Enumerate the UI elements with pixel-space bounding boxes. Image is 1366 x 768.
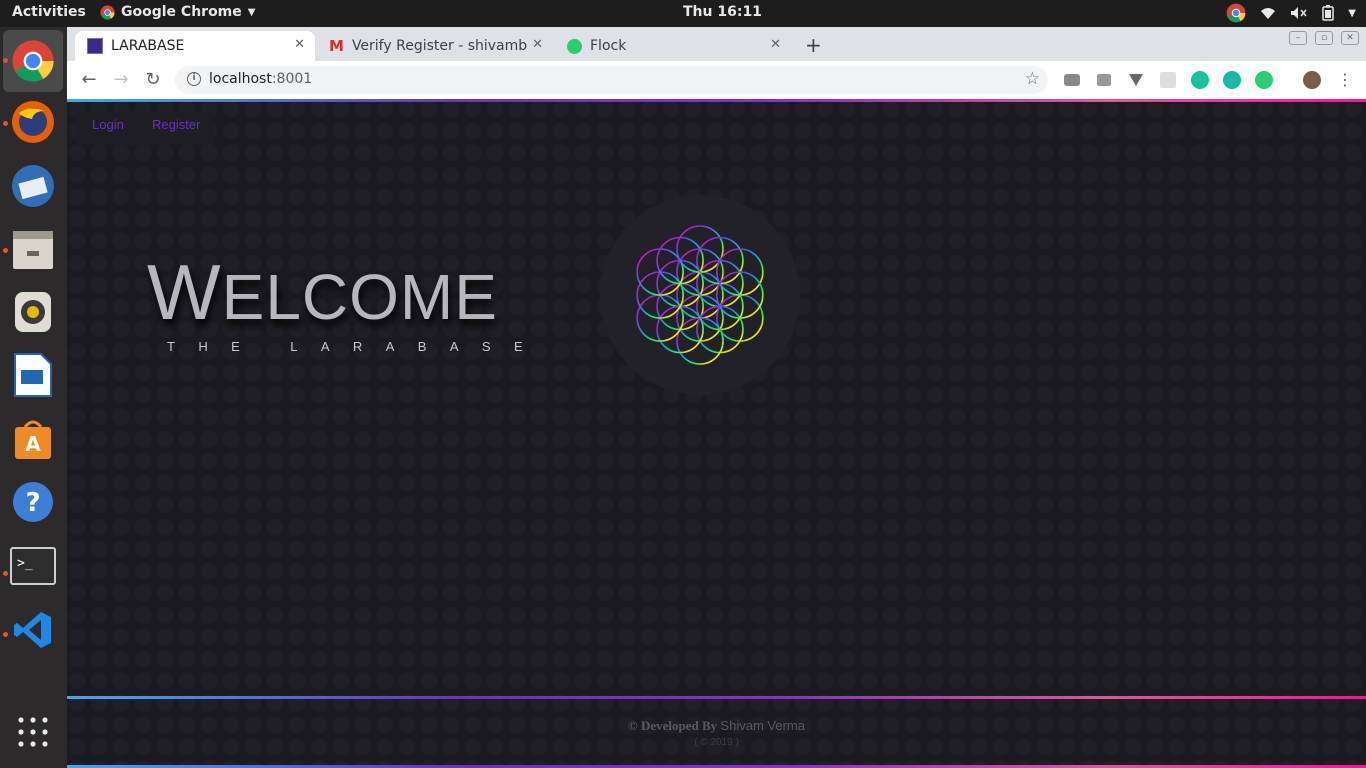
chrome-icon bbox=[100, 4, 115, 20]
footer-year: ( © 2019 ) bbox=[694, 737, 739, 748]
vuejs-devtools-icon[interactable] bbox=[1129, 74, 1143, 86]
dock-terminal[interactable]: >_ bbox=[8, 541, 58, 591]
rhythmbox-icon bbox=[15, 292, 51, 332]
footer-gradient-line bbox=[67, 696, 1366, 699]
close-window-button[interactable]: ✕ bbox=[1341, 31, 1359, 45]
reload-button[interactable]: ↻ bbox=[141, 68, 165, 92]
help-icon: ? bbox=[13, 482, 53, 522]
extension-icon[interactable] bbox=[1097, 74, 1111, 86]
svg-text:A: A bbox=[25, 432, 41, 456]
minimize-button[interactable]: – bbox=[1289, 31, 1307, 45]
running-indicator bbox=[3, 248, 8, 253]
dock-vscode[interactable] bbox=[8, 605, 58, 655]
app-menu[interactable]: Google Chrome ▼ bbox=[100, 4, 255, 20]
running-indicator bbox=[3, 58, 8, 63]
software-center-icon: A bbox=[15, 420, 51, 459]
ubuntu-dock: A ? >_ bbox=[0, 27, 67, 768]
close-icon[interactable]: ✕ bbox=[532, 37, 543, 52]
app-grid-icon bbox=[18, 717, 48, 747]
tab-flock[interactable]: Flock ✕ bbox=[555, 31, 791, 61]
dock-files[interactable] bbox=[8, 224, 58, 274]
thunderbird-icon bbox=[12, 165, 54, 207]
flock-icon bbox=[567, 38, 582, 54]
new-tab-button[interactable]: + bbox=[805, 33, 822, 57]
flock-extension-icon[interactable] bbox=[1255, 71, 1273, 89]
battery-icon[interactable] bbox=[1322, 5, 1335, 21]
tab-title: LARABASE bbox=[111, 38, 185, 54]
dock-thunderbird[interactable] bbox=[8, 161, 58, 211]
dock-help[interactable]: ? bbox=[8, 477, 58, 527]
close-icon[interactable]: ✕ bbox=[770, 37, 781, 52]
site-info-icon[interactable]: i bbox=[187, 72, 201, 86]
chrome-icon bbox=[12, 40, 54, 82]
footer-prefix: © Developed By bbox=[628, 718, 718, 733]
dock-chrome[interactable] bbox=[3, 30, 63, 92]
screenshot-extension-icon[interactable] bbox=[1064, 74, 1080, 86]
chevron-down-icon: ▼ bbox=[247, 6, 256, 18]
welcome-initial: W bbox=[147, 248, 222, 336]
files-icon bbox=[13, 231, 53, 269]
clock[interactable]: Thu 16:11 bbox=[683, 4, 762, 20]
grammarly-icon[interactable] bbox=[1191, 71, 1209, 89]
subtitle: THE LARABASE bbox=[167, 339, 547, 354]
tab-gmail[interactable]: M Verify Register - shivambo ✕ bbox=[317, 31, 553, 61]
close-icon[interactable]: ✕ bbox=[294, 37, 305, 52]
gmail-icon: M bbox=[329, 37, 344, 55]
svg-text:>_: >_ bbox=[17, 556, 33, 571]
larabase-favicon-icon bbox=[87, 38, 103, 54]
web-page: Login Register WELCOME THE LARABASE © De… bbox=[67, 99, 1366, 768]
footer-credit: © Developed By Shivam Verma bbox=[67, 718, 1366, 734]
chrome-menu-icon[interactable]: ⋮ bbox=[1333, 68, 1357, 92]
extension-icon[interactable] bbox=[1160, 72, 1176, 88]
system-tray[interactable]: ▼ bbox=[1226, 3, 1356, 23]
register-link[interactable]: Register bbox=[152, 117, 200, 132]
flower-of-life-logo bbox=[636, 225, 764, 365]
dock-firefox[interactable] bbox=[8, 97, 58, 147]
activities-button[interactable]: Activities bbox=[12, 4, 86, 20]
app-name: Google Chrome bbox=[121, 4, 242, 20]
extension-m-icon[interactable] bbox=[1223, 71, 1241, 89]
tab-title: Verify Register - shivambo bbox=[351, 38, 527, 54]
volume-icon[interactable] bbox=[1290, 6, 1308, 20]
show-applications-button[interactable] bbox=[8, 707, 58, 757]
running-indicator bbox=[3, 632, 8, 637]
running-indicator bbox=[3, 571, 8, 576]
tab-larabase[interactable]: LARABASE ✕ bbox=[75, 31, 315, 61]
welcome-heading: WELCOME bbox=[147, 247, 498, 338]
svg-text:?: ? bbox=[25, 488, 40, 518]
chrome-window: LARABASE ✕ M Verify Register - shivambo … bbox=[67, 27, 1366, 768]
profile-avatar[interactable] bbox=[1303, 71, 1321, 89]
url-text: localhost:8001 bbox=[209, 71, 313, 87]
back-button[interactable]: ← bbox=[77, 68, 101, 92]
bookmark-star-icon[interactable]: ☆ bbox=[1025, 69, 1040, 89]
dock-software-center[interactable]: A bbox=[8, 414, 58, 464]
top-nav: Login Register bbox=[77, 111, 214, 145]
browser-toolbar: ← → ↻ i localhost:8001 ☆ ⋮ bbox=[67, 61, 1366, 99]
running-indicator bbox=[3, 121, 8, 126]
address-bar[interactable]: i localhost:8001 ☆ bbox=[175, 66, 1048, 94]
logo-backdrop bbox=[600, 195, 800, 395]
welcome-rest: ELCOME bbox=[221, 261, 498, 333]
tab-title: Flock bbox=[590, 38, 627, 54]
tab-strip: LARABASE ✕ M Verify Register - shivambo … bbox=[67, 27, 1366, 61]
chrome-tray-icon[interactable] bbox=[1226, 3, 1246, 23]
writer-icon bbox=[14, 353, 52, 397]
footer-author: Shivam Verma bbox=[720, 718, 805, 733]
terminal-icon: >_ bbox=[10, 547, 56, 585]
firefox-icon bbox=[12, 101, 54, 143]
forward-button[interactable]: → bbox=[109, 68, 133, 92]
dock-libreoffice-writer[interactable] bbox=[8, 350, 58, 400]
gnome-top-bar: Activities Google Chrome ▼ Thu 16:11 ▼ bbox=[0, 0, 1366, 27]
vscode-icon bbox=[14, 612, 51, 648]
wifi-icon-glyph bbox=[1261, 8, 1276, 19]
system-menu-arrow-icon[interactable]: ▼ bbox=[1348, 8, 1356, 19]
login-link[interactable]: Login bbox=[92, 117, 124, 132]
dock-rhythmbox[interactable] bbox=[8, 287, 58, 337]
maximize-button[interactable]: ▫ bbox=[1315, 31, 1333, 45]
top-gradient-line bbox=[67, 99, 1366, 102]
